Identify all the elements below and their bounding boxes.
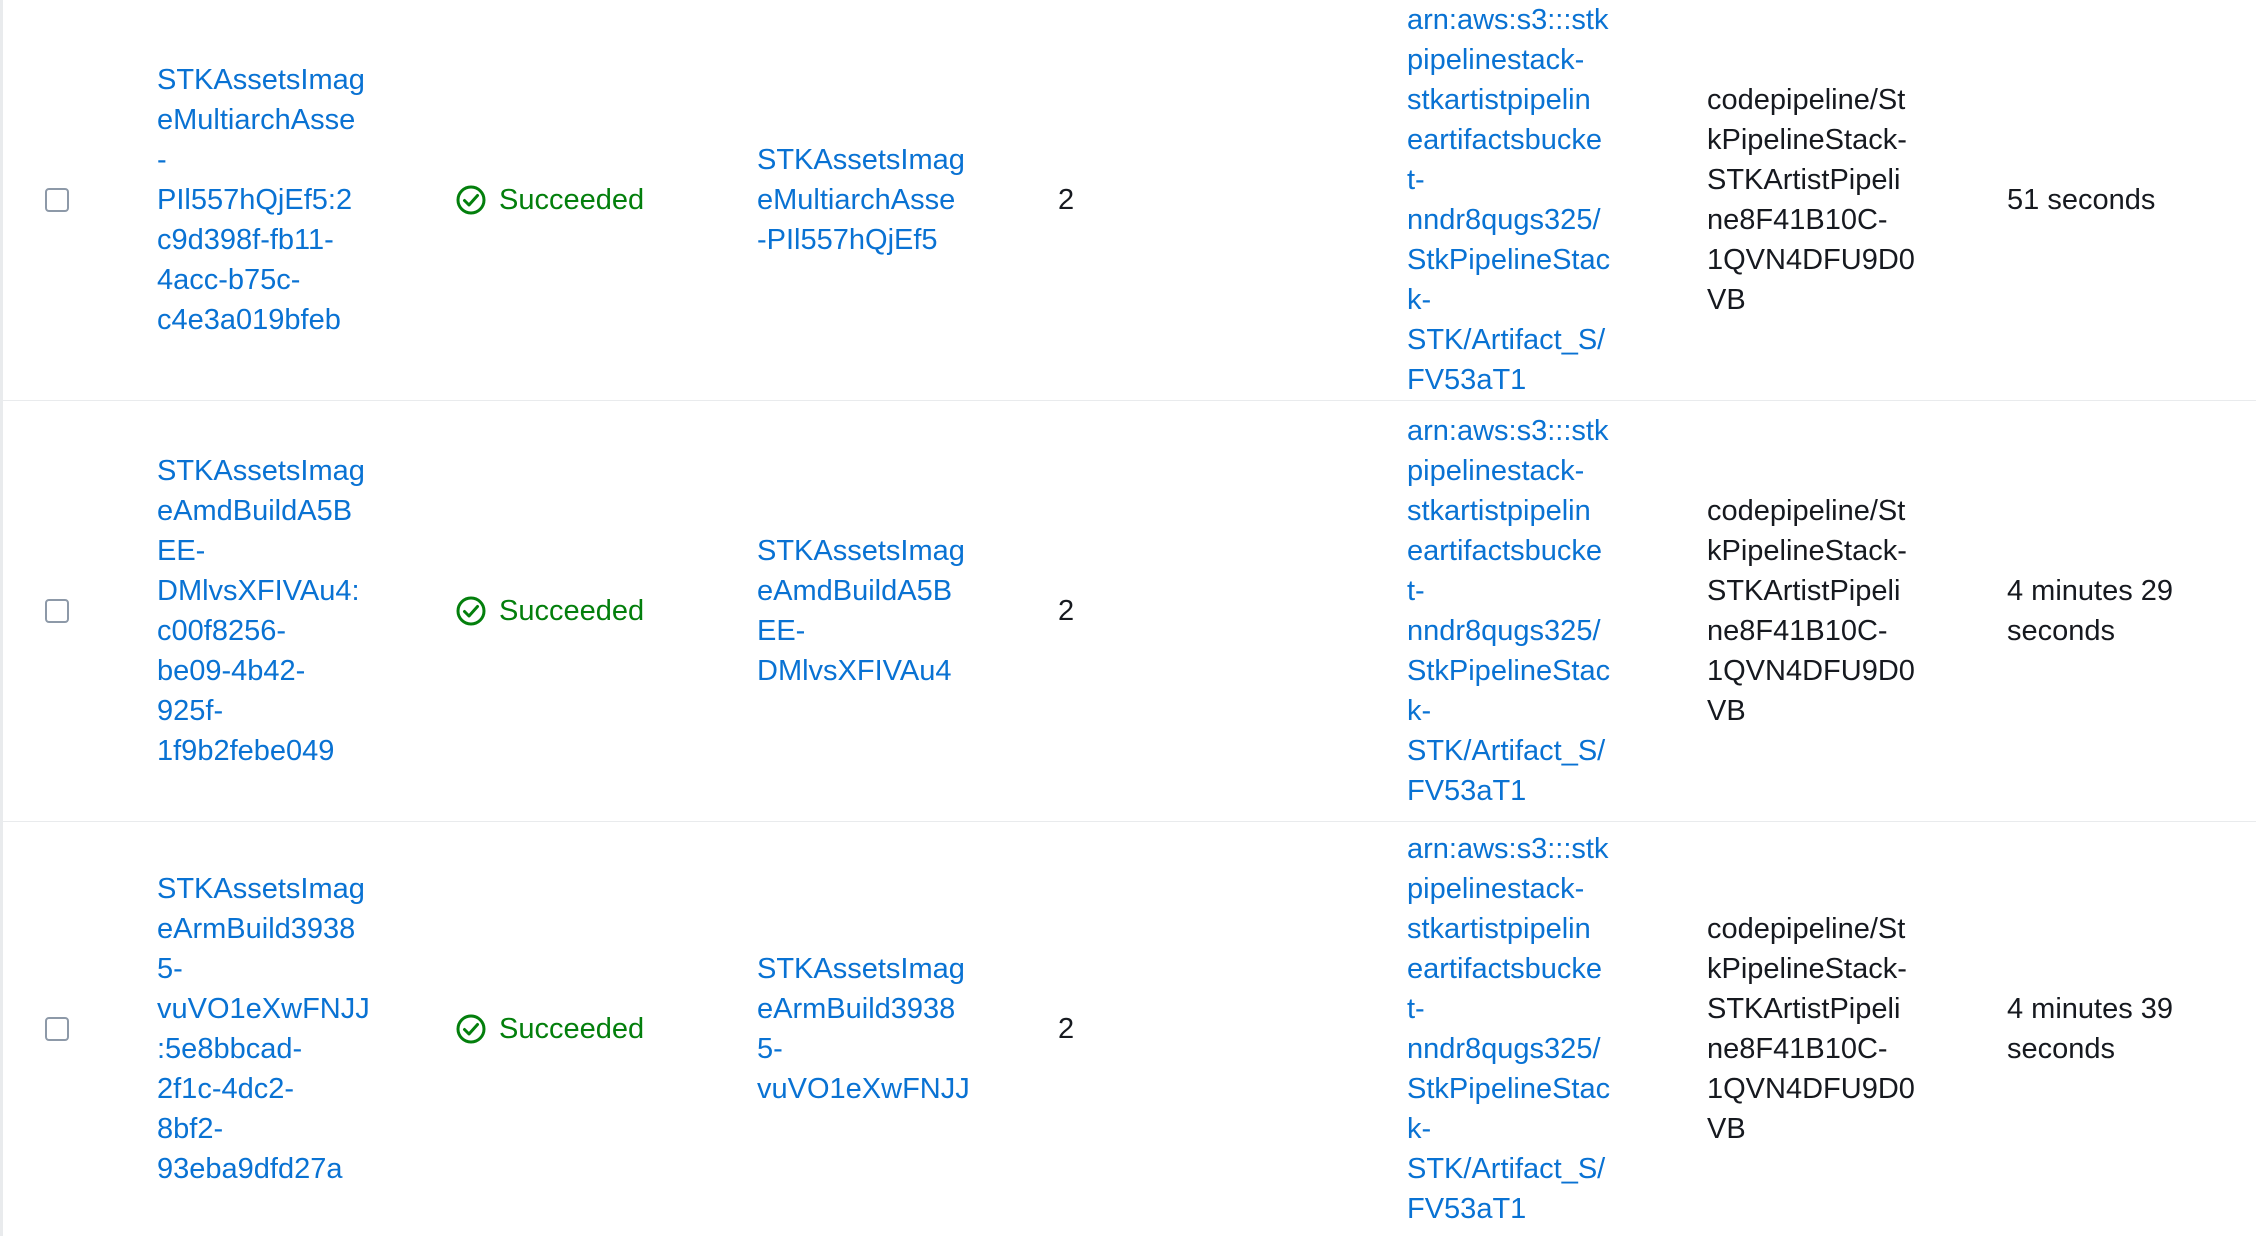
log-group-name: codepipeline/St kPipelineStack- STKArtis… (1707, 495, 1915, 727)
artifact-arn-link[interactable]: arn:aws:s3:::stk pipelinestack- stkartis… (1407, 411, 1610, 811)
status-label: Succeeded (499, 183, 645, 216)
build-number: 2 (1058, 184, 1075, 216)
table-row: STKAssetsImag eMultiarchAsse - PIl557hQj… (3, 0, 2256, 401)
build-name-link[interactable]: STKAssetsImag eArmBuild3938 5- vuVO1eXwF… (757, 949, 970, 1109)
status-indicator: Succeeded (455, 184, 644, 217)
row-select-checkbox[interactable] (45, 188, 69, 212)
status-indicator: Succeeded (455, 1013, 644, 1046)
status-label: Succeeded (499, 1012, 645, 1045)
build-name-link[interactable]: STKAssetsImag eMultiarchAsse -PIl557hQjE… (757, 140, 965, 260)
status-indicator: Succeeded (455, 595, 644, 628)
check-circle-icon (456, 1014, 486, 1044)
status-label: Succeeded (499, 594, 645, 627)
table-row: STKAssetsImag eArmBuild3938 5- vuVO1eXwF… (3, 822, 2256, 1236)
check-circle-icon (456, 185, 486, 215)
build-duration: 4 minutes 39 seconds (2007, 993, 2174, 1065)
artifact-arn-link[interactable]: arn:aws:s3:::stk pipelinestack- stkartis… (1407, 0, 1610, 400)
table-row: STKAssetsImag eAmdBuildA5B EE- DMlvsXFIV… (3, 401, 2256, 822)
build-id-link[interactable]: STKAssetsImag eAmdBuildA5B EE- DMlvsXFIV… (157, 451, 365, 771)
check-circle-icon (456, 596, 486, 626)
build-number: 2 (1058, 1013, 1075, 1045)
log-group-name: codepipeline/St kPipelineStack- STKArtis… (1707, 84, 1915, 316)
build-duration: 4 minutes 29 seconds (2007, 575, 2174, 647)
build-id-link[interactable]: STKAssetsImag eArmBuild3938 5- vuVO1eXwF… (157, 869, 370, 1189)
build-id-link[interactable]: STKAssetsImag eMultiarchAsse - PIl557hQj… (157, 60, 365, 340)
build-duration: 51 seconds (2007, 184, 2156, 216)
build-name-link[interactable]: STKAssetsImag eAmdBuildA5B EE- DMlvsXFIV… (757, 531, 965, 691)
build-number: 2 (1058, 595, 1075, 627)
artifact-arn-link[interactable]: arn:aws:s3:::stk pipelinestack- stkartis… (1407, 829, 1610, 1229)
row-select-checkbox[interactable] (45, 1017, 69, 1041)
log-group-name: codepipeline/St kPipelineStack- STKArtis… (1707, 913, 1915, 1145)
row-select-checkbox[interactable] (45, 599, 69, 623)
